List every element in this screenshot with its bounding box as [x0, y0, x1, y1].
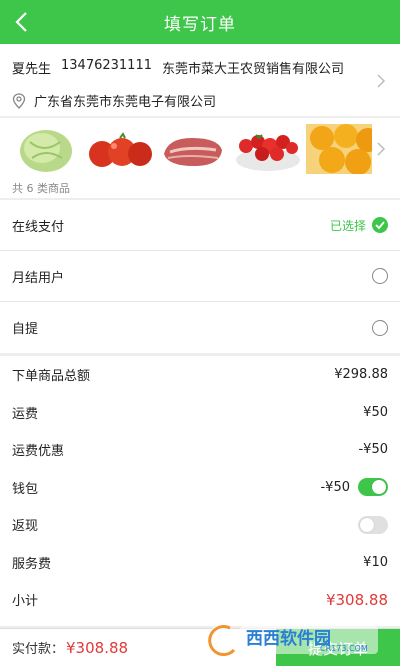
contact-line: 夏先生 13476231111 东莞市菜大王农贸销售有限公司 [12, 58, 388, 77]
radio-button[interactable] [372, 319, 388, 336]
fee-label: 返现 [12, 519, 39, 535]
contact-company: 东莞市菜大王农贸销售有限公司 [162, 62, 345, 77]
cabbage-image [10, 124, 80, 174]
fee-row-service: 服务费 ¥10 [0, 544, 400, 582]
top-bar: 填写订单 [0, 0, 400, 44]
cashback-toggle[interactable] [358, 515, 388, 534]
toggle-knob [372, 480, 386, 495]
fee-value: -¥50 [320, 479, 350, 495]
fee-row-shipping-discount: 运费优惠 -¥50 [0, 431, 400, 469]
order-costs: 下单商品总额 ¥298.88 运费 ¥50 运费优惠 -¥50 钱包 -¥50 … [0, 356, 400, 626]
watermark-subtext: CR173.COM [320, 644, 368, 653]
chevron-right-icon [377, 142, 386, 156]
fee-row-wallet: 钱包 -¥50 [0, 469, 400, 507]
fee-value: ¥50 [363, 404, 388, 420]
goods-summary[interactable]: 共 6 类商品 [0, 118, 400, 198]
page-title: 填写订单 [164, 14, 236, 35]
toggle-knob [360, 517, 374, 532]
address-line: 广东省东莞市东莞电子有限公司 [12, 91, 388, 110]
fee-row-cashback: 返现 [0, 506, 400, 544]
payment-option-monthly[interactable]: 月结用户 [0, 251, 400, 302]
fee-row-goods-total: 下单商品总额 ¥298.88 [0, 356, 400, 394]
chevron-right-icon [377, 74, 386, 88]
fee-row-subtotal: 小计 ¥308.88 [0, 581, 400, 619]
fee-label: 下单商品总额 [12, 369, 91, 385]
meat-image [158, 124, 228, 174]
contact-name: 夏先生 [12, 62, 52, 77]
contact-phone: 13476231111 [61, 58, 152, 73]
location-pin-icon [12, 92, 26, 109]
fee-label: 小计 [12, 594, 39, 610]
subtotal-value: ¥308.88 [325, 590, 388, 609]
fee-label: 运费优惠 [12, 444, 65, 460]
fee-value: ¥10 [363, 554, 388, 570]
selected-text: 已选择 [329, 218, 366, 233]
fee-label: 运费 [12, 406, 39, 422]
payment-option-pickup[interactable]: 自提 [0, 302, 400, 353]
watermark-text: 西西软件园 [246, 629, 331, 649]
tomatoes-image [84, 124, 154, 174]
wallet-value-group: -¥50 [320, 478, 388, 497]
wallet-toggle[interactable] [358, 478, 388, 497]
payment-options: 在线支付 已选择 月结用户 自提 [0, 200, 400, 353]
fee-label: 钱包 [12, 481, 39, 497]
fee-value: ¥298.88 [334, 367, 388, 383]
amount-due-value: ¥308.88 [66, 638, 129, 657]
payment-option-label: 在线支付 [12, 219, 65, 235]
fee-row-shipping: 运费 ¥50 [0, 394, 400, 432]
payment-option-online[interactable]: 在线支付 已选择 [0, 200, 400, 251]
payment-option-label: 月结用户 [12, 270, 65, 286]
address-text: 广东省东莞市东莞电子有限公司 [34, 95, 217, 110]
back-arrow-icon[interactable] [10, 10, 34, 34]
goods-count: 共 6 类商品 [12, 182, 70, 195]
oranges-image [306, 124, 372, 174]
selected-indicator: 已选择 [330, 217, 388, 234]
fee-label: 服务费 [12, 556, 52, 572]
payment-option-label: 自提 [12, 322, 39, 337]
delivery-address[interactable]: 夏先生 13476231111 东莞市菜大王农贸销售有限公司 广东省东莞市东莞电… [0, 44, 400, 116]
product-thumbnails [10, 124, 372, 174]
fee-value: -¥50 [358, 442, 388, 458]
amount-due-label: 实付款： [12, 642, 65, 657]
check-circle-icon [372, 217, 388, 233]
radio-button[interactable] [372, 268, 388, 284]
strawberries-image [232, 124, 302, 174]
